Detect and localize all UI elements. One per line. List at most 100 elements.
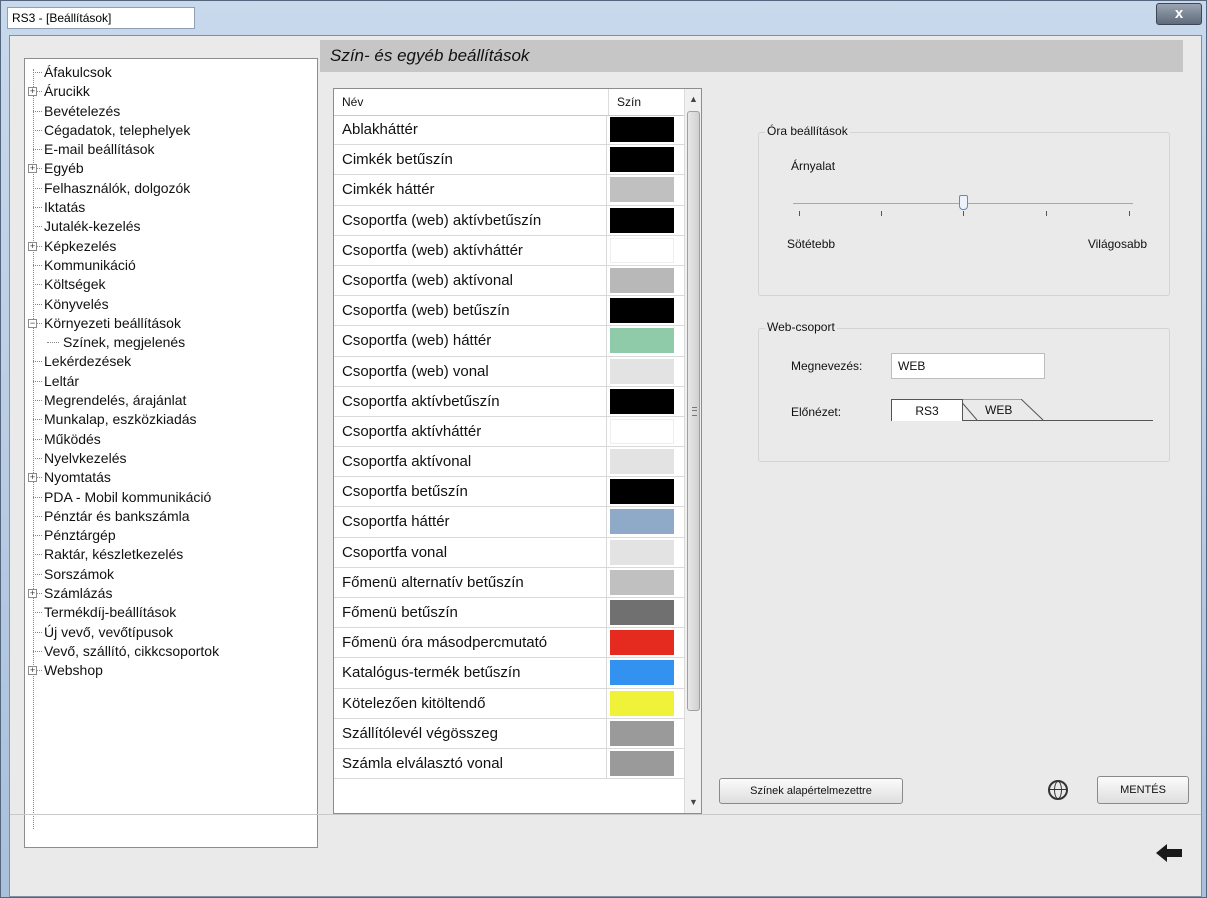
scroll-down-arrow-icon[interactable]: ▼	[685, 794, 701, 811]
tree-item[interactable]: Cégadatok, telephelyek	[25, 121, 317, 140]
table-row[interactable]: Csoportfa (web) aktívbetűszín	[334, 205, 684, 236]
column-header-name[interactable]: Név	[342, 89, 363, 115]
table-row[interactable]: Csoportfa aktívbetűszín	[334, 386, 684, 417]
table-row[interactable]: Csoportfa (web) aktívháttér	[334, 235, 684, 266]
tree-item[interactable]: Jutalék-kezelés	[25, 217, 317, 236]
column-header-color[interactable]: Szín	[608, 89, 677, 115]
color-swatch[interactable]	[610, 509, 674, 535]
tree-item[interactable]: Leltár	[25, 372, 317, 391]
table-row[interactable]: Katalógus-termék betűszín	[334, 658, 684, 689]
save-button[interactable]: MENTÉS	[1097, 776, 1189, 804]
expand-icon[interactable]: +	[28, 87, 37, 97]
tree-item[interactable]: Könyvelés	[25, 295, 317, 314]
tree-item[interactable]: Költségek	[25, 275, 317, 294]
table-row[interactable]: Szállítólevél végösszeg	[334, 718, 684, 749]
color-table[interactable]: Név Szín Ablakháttér Cimkék betűszín Cimké…	[333, 88, 702, 814]
table-row[interactable]: Főmenü óra másodpercmutató	[334, 628, 684, 659]
tree-item[interactable]: E-mail beállítások	[25, 140, 317, 159]
name-input[interactable]: WEB	[891, 353, 1045, 379]
color-swatch[interactable]	[610, 117, 674, 142]
scroll-thumb[interactable]	[687, 111, 700, 711]
table-row[interactable]: Csoportfa (web) aktívonal	[334, 265, 684, 297]
expand-icon[interactable]: +	[28, 241, 37, 251]
table-row[interactable]: Csoportfa vonal	[334, 537, 684, 568]
tree-item[interactable]: Lekérdezések	[25, 352, 317, 371]
tree-item[interactable]: Új vevő, vevőtípusok	[25, 623, 317, 642]
column-divider	[606, 447, 607, 477]
table-row[interactable]: Csoportfa aktívonal	[334, 447, 684, 478]
slider-thumb[interactable]	[959, 195, 968, 210]
tree-item[interactable]: Vevő, szállító, cikkcsoportok	[25, 642, 317, 661]
tree-item[interactable]: Munkalap, eszközkiadás	[25, 410, 317, 429]
color-swatch[interactable]	[610, 418, 674, 444]
table-row[interactable]: Cimkék betűszín	[334, 145, 684, 176]
tree-item[interactable]: + Egyéb	[25, 159, 317, 178]
color-swatch[interactable]	[610, 569, 674, 595]
color-swatch[interactable]	[610, 690, 674, 716]
table-row[interactable]: Kötelezően kitöltendő	[334, 688, 684, 719]
tree-item[interactable]: Iktatás	[25, 198, 317, 217]
tree-item[interactable]: Kommunikáció	[25, 256, 317, 275]
table-row[interactable]: Csoportfa betűszín	[334, 477, 684, 508]
table-row[interactable]: Csoportfa (web) háttér	[334, 326, 684, 357]
table-row[interactable]: Csoportfa (web) vonal	[334, 356, 684, 387]
color-swatch[interactable]	[610, 720, 674, 746]
color-swatch[interactable]	[610, 479, 674, 505]
settings-tree[interactable]: Áfakulcsok + Árucikk Bevételezés Cégadatok, …	[24, 58, 318, 848]
row-name: Csoportfa betűszín	[342, 483, 468, 501]
tree-item[interactable]: Működés	[25, 430, 317, 449]
color-swatch[interactable]	[610, 449, 674, 475]
tree-item[interactable]: Megrendelés, árajánlat	[25, 391, 317, 410]
close-button[interactable]: x	[1156, 3, 1202, 25]
tree-item[interactable]: Termékdíj-beállítások	[25, 603, 317, 622]
color-swatch[interactable]	[610, 388, 674, 414]
tree-item[interactable]: Pénztár és bankszámla	[25, 507, 317, 526]
color-swatch[interactable]	[610, 600, 674, 625]
table-row[interactable]: Csoportfa (web) betűszín	[334, 296, 684, 327]
color-swatch[interactable]	[610, 750, 674, 776]
tree-item[interactable]: Raktár, készletkezelés	[25, 545, 317, 564]
table-row[interactable]: Ablakháttér	[334, 115, 684, 146]
scroll-up-arrow-icon[interactable]: ▲	[685, 91, 701, 108]
tree-item[interactable]: Színek, megjelenés	[25, 333, 317, 353]
globe-icon[interactable]	[1048, 780, 1068, 800]
color-swatch[interactable]	[610, 358, 674, 384]
expand-icon[interactable]: +	[28, 164, 37, 174]
tree-item[interactable]: PDA - Mobil kommunikáció	[25, 488, 317, 507]
expand-icon[interactable]: +	[28, 666, 37, 676]
table-row[interactable]: Főmenü alternatív betűszín	[334, 567, 684, 598]
color-swatch[interactable]	[610, 147, 674, 173]
color-swatch[interactable]	[610, 177, 674, 203]
tree-item[interactable]: + Webshop	[25, 661, 317, 680]
color-swatch[interactable]	[610, 298, 674, 324]
tree-item[interactable]: Felhasználók, dolgozók	[25, 179, 317, 198]
tree-item[interactable]: + Képkezelés	[25, 237, 317, 256]
color-swatch[interactable]	[610, 237, 674, 263]
tree-item[interactable]: + Számlázás	[25, 584, 317, 603]
color-swatch[interactable]	[610, 207, 674, 233]
table-row[interactable]: Csoportfa aktívháttér	[334, 416, 684, 448]
tree-item[interactable]: + Árucikk	[25, 82, 317, 101]
back-arrow-icon[interactable]	[1155, 842, 1183, 864]
reset-colors-button[interactable]: Színek alapértelmezettre	[719, 778, 903, 804]
color-swatch[interactable]	[610, 328, 674, 354]
tree-item[interactable]: − Környezeti beállítások	[25, 314, 317, 333]
table-row[interactable]: Főmenü betűszín	[334, 598, 684, 629]
tree-item[interactable]: Bevételezés	[25, 102, 317, 121]
color-swatch[interactable]	[610, 539, 674, 565]
color-swatch[interactable]	[610, 267, 674, 293]
tree-item[interactable]: Sorszámok	[25, 565, 317, 584]
color-swatch[interactable]	[610, 660, 674, 686]
tree-item[interactable]: + Nyomtatás	[25, 468, 317, 487]
tree-item[interactable]: Nyelvkezelés	[25, 449, 317, 468]
table-row[interactable]: Cimkék háttér	[334, 175, 684, 206]
tree-item[interactable]: Áfakulcsok	[25, 63, 317, 82]
table-row[interactable]: Számla elválasztó vonal	[334, 748, 684, 780]
collapse-icon[interactable]: −	[28, 318, 37, 328]
table-row[interactable]: Csoportfa háttér	[334, 507, 684, 538]
expand-icon[interactable]: +	[28, 589, 37, 599]
table-scrollbar[interactable]: ▲ ▼	[684, 89, 701, 813]
expand-icon[interactable]: +	[28, 473, 37, 483]
color-swatch[interactable]	[610, 630, 674, 656]
tree-item[interactable]: Pénztárgép	[25, 526, 317, 545]
